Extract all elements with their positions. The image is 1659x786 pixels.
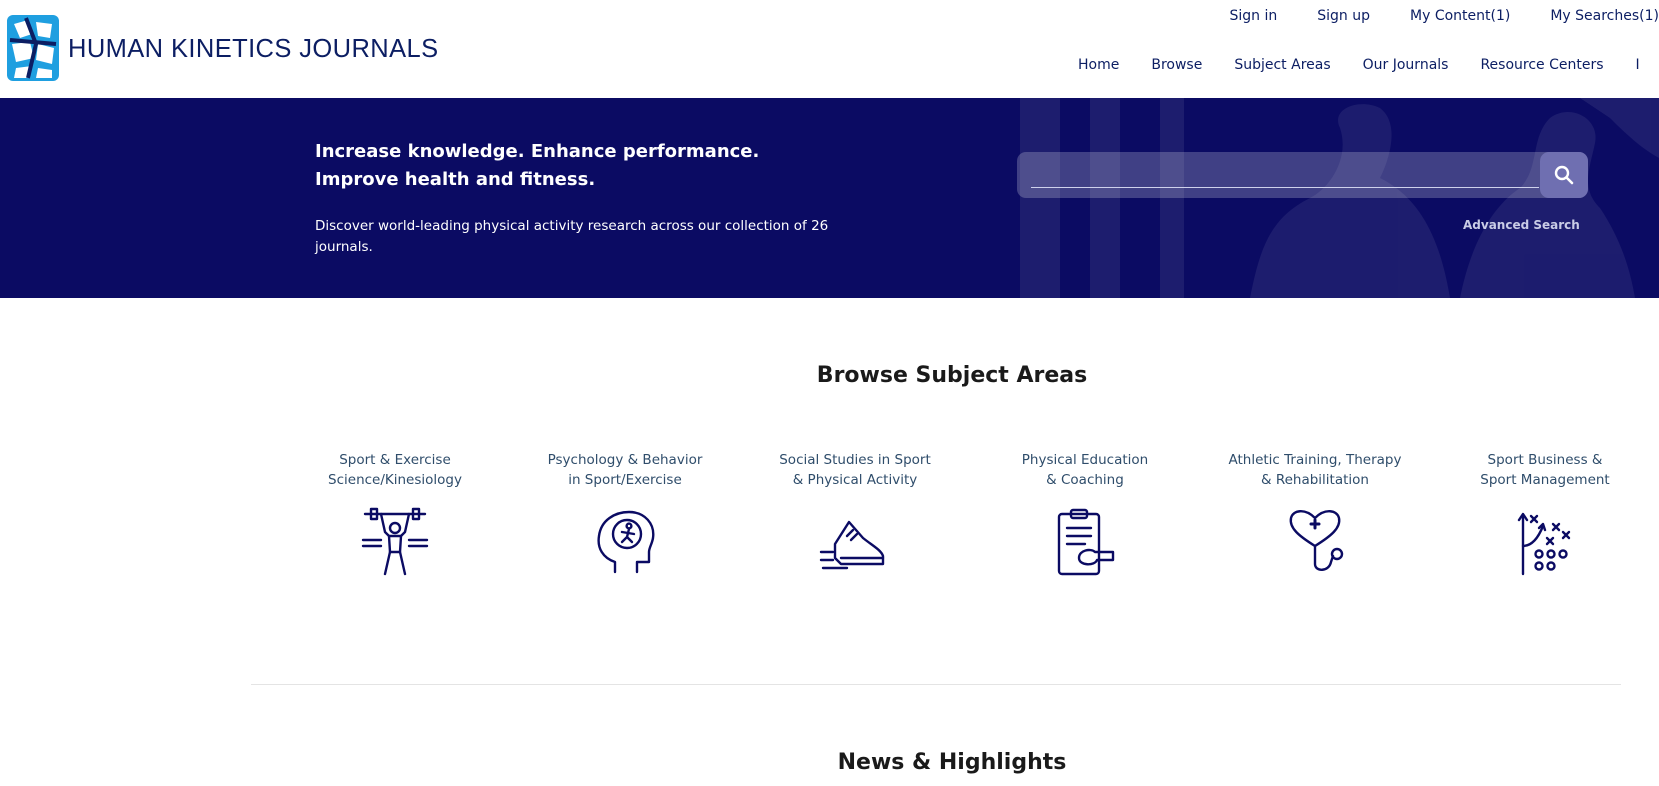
my-searches-link[interactable]: My Searches(1) xyxy=(1550,8,1659,24)
hero-headline-line2: Improve health and fitness. xyxy=(315,169,596,190)
subject-sport-exercise-science[interactable]: Sport & Exercise Science/Kinesiology xyxy=(300,450,490,578)
stethoscope-heart-icon xyxy=(1289,510,1344,571)
subject-physical-education[interactable]: Physical Education & Coaching xyxy=(990,450,1180,578)
subject-social-studies[interactable]: Social Studies in Sport & Physical Activ… xyxy=(760,450,950,578)
brand-name: HUMAN KINETICS JOURNALS xyxy=(68,34,439,63)
nav-subject-areas[interactable]: Subject Areas xyxy=(1234,57,1330,73)
nav-our-journals[interactable]: Our Journals xyxy=(1363,57,1449,73)
subject-label-line1: Athletic Training, Therapy xyxy=(1228,452,1402,468)
subject-label-line2: & Physical Activity xyxy=(792,472,918,488)
search-icon xyxy=(1554,165,1574,185)
subject-label-line1: Social Studies in Sport xyxy=(779,452,931,468)
weightlifter-icon xyxy=(361,507,429,576)
subject-label-line2: Sport Management xyxy=(1480,472,1610,488)
nav-browse[interactable]: Browse xyxy=(1151,57,1202,73)
running-shoe-icon xyxy=(819,520,885,570)
search-button[interactable] xyxy=(1540,152,1588,198)
subject-label-line2: & Rehabilitation xyxy=(1261,472,1369,488)
subject-psychology-behavior[interactable]: Psychology & Behavior in Sport/Exercise xyxy=(530,450,720,578)
site-header: HUMAN KINETICS JOURNALS Sign in Sign up … xyxy=(0,0,1659,98)
athletes-silhouette-background xyxy=(1020,98,1659,298)
my-content-link[interactable]: My Content(1) xyxy=(1410,8,1510,24)
sign-in-link[interactable]: Sign in xyxy=(1230,8,1278,24)
sign-up-link[interactable]: Sign up xyxy=(1317,8,1370,24)
subject-sport-business[interactable]: Sport Business & Sport Management xyxy=(1450,450,1640,578)
nav-item-truncated[interactable]: I xyxy=(1636,57,1640,73)
subject-label-line2: & Coaching xyxy=(1046,472,1124,488)
search-box xyxy=(1017,152,1588,198)
search-input[interactable] xyxy=(1031,158,1539,188)
hero-headline: Increase knowledge. Enhance performance.… xyxy=(315,138,795,194)
main-nav: Home Browse Subject Areas Our Journals R… xyxy=(1078,57,1640,73)
subject-athletic-training[interactable]: Athletic Training, Therapy & Rehabilitat… xyxy=(1220,450,1410,578)
advanced-search-link[interactable]: Advanced Search xyxy=(1463,218,1580,232)
subject-label-line1: Psychology & Behavior xyxy=(547,452,703,468)
utility-nav: Sign in Sign up My Content(1) My Searche… xyxy=(1230,8,1659,24)
browse-subject-areas-heading: Browse Subject Areas xyxy=(816,363,1088,388)
site-logo-link[interactable]: HUMAN KINETICS JOURNALS xyxy=(6,14,439,82)
news-highlights-heading: News & Highlights xyxy=(837,750,1067,775)
clipboard-whistle-icon xyxy=(1057,508,1115,576)
subject-label-line2: Science/Kinesiology xyxy=(328,472,462,488)
subject-label-line1: Sport & Exercise xyxy=(339,452,451,468)
logo-icon xyxy=(7,15,59,81)
game-plan-icon xyxy=(1517,512,1571,576)
hero-banner: Increase knowledge. Enhance performance.… xyxy=(0,98,1659,298)
subject-label-line1: Physical Education xyxy=(1021,452,1149,468)
subject-label-line2: in Sport/Exercise xyxy=(568,472,682,488)
hero-headline-line1: Increase knowledge. Enhance performance. xyxy=(315,141,760,162)
nav-resource-centers[interactable]: Resource Centers xyxy=(1480,57,1603,73)
nav-home[interactable]: Home xyxy=(1078,57,1119,73)
head-brain-icon xyxy=(597,510,655,574)
section-divider xyxy=(251,684,1621,685)
hero-subtext: Discover world-leading physical activity… xyxy=(315,218,829,255)
subject-label-line1: Sport Business & xyxy=(1487,452,1603,468)
